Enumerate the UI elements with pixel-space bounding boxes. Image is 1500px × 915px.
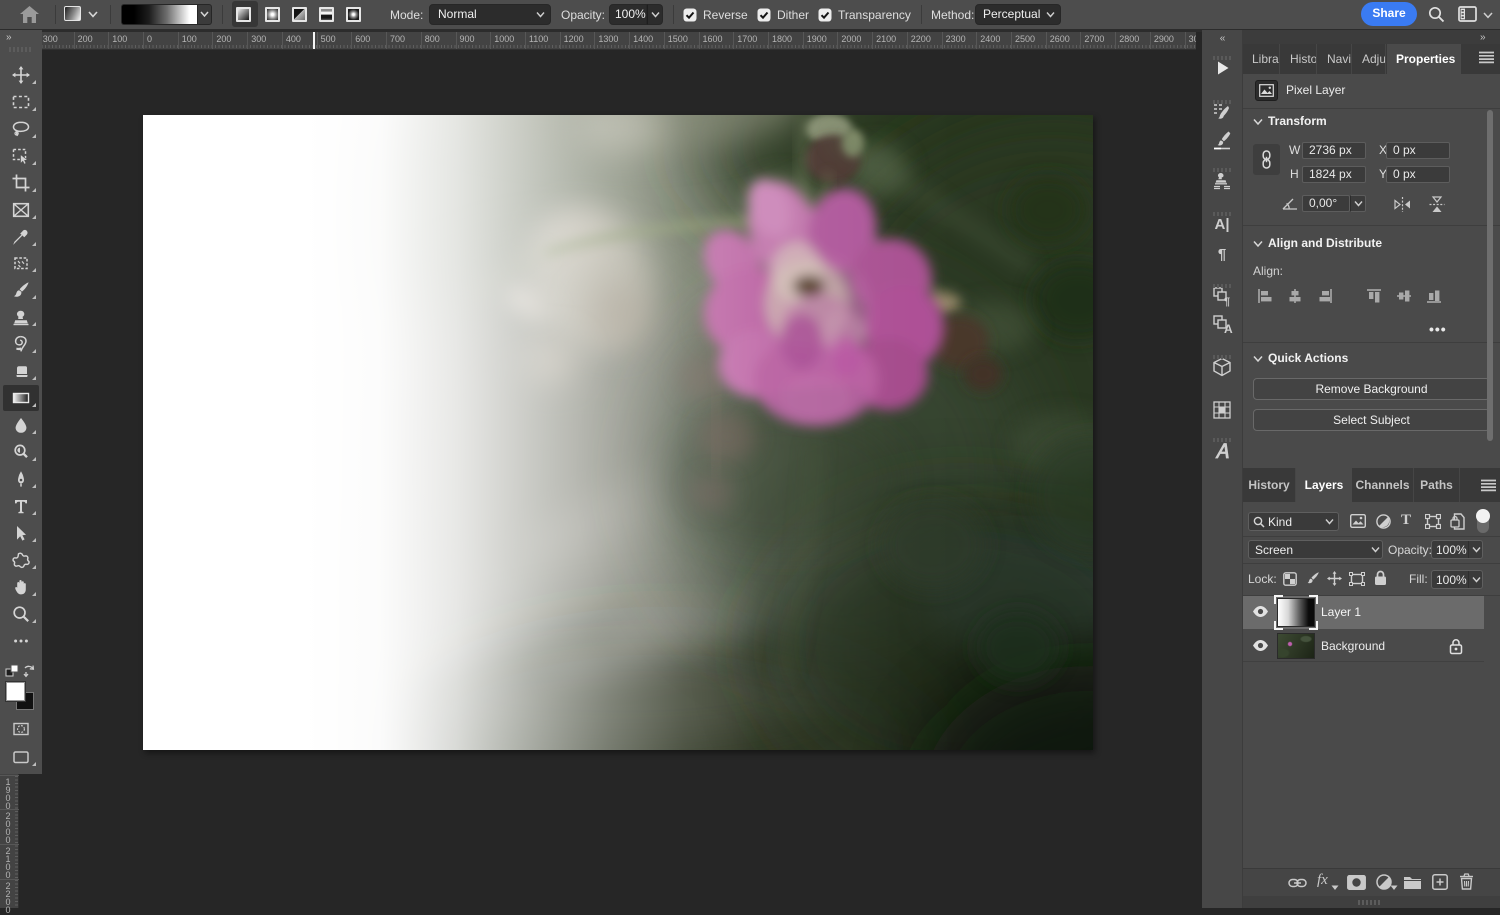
- svg-text:A: A: [1224, 322, 1233, 335]
- svg-text:¶: ¶: [1224, 296, 1230, 307]
